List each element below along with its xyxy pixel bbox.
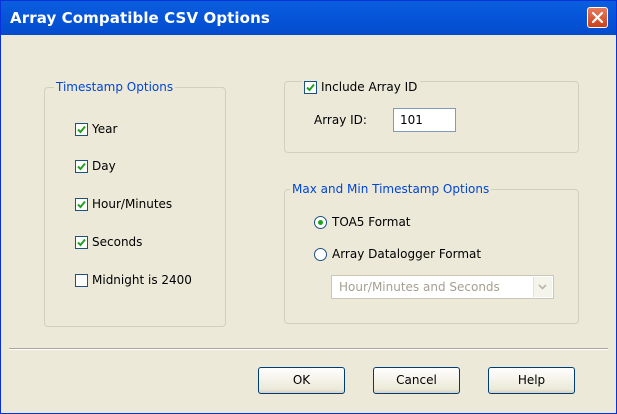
check-icon (77, 162, 86, 170)
title-bar[interactable]: Array Compatible CSV Options (1, 1, 616, 35)
help-button[interactable]: Help (488, 367, 575, 394)
check-icon (77, 125, 86, 133)
array-id-field-label: Array ID: (314, 113, 367, 127)
check-icon (306, 83, 315, 91)
close-button[interactable] (587, 7, 608, 28)
hour-minutes-checkbox[interactable]: Hour/Minutes (75, 197, 172, 211)
array-datalogger-format-radio[interactable]: Array Datalogger Format (314, 247, 481, 261)
timestamp-format-value: Hour/Minutes and Seconds (339, 280, 500, 294)
seconds-checkbox[interactable]: Seconds (75, 235, 142, 249)
day-checkbox[interactable]: Day (75, 159, 116, 173)
midnight-2400-checkbox[interactable]: Midnight is 2400 (75, 273, 192, 287)
seconds-checkbox-box[interactable] (75, 235, 88, 249)
close-icon (591, 11, 604, 24)
dropdown-arrow[interactable] (533, 277, 552, 297)
check-icon (77, 238, 86, 246)
include-array-id-checkbox-box[interactable] (304, 80, 317, 94)
toa5-format-radio[interactable]: TOA5 Format (314, 215, 411, 229)
array-datalogger-radio-circle[interactable] (314, 247, 327, 261)
max-min-timestamp-label: Max and Min Timestamp Options (290, 182, 492, 196)
day-checkbox-box[interactable] (75, 159, 88, 173)
radio-dot-icon (318, 219, 323, 225)
array-id-input[interactable]: 101 (393, 108, 456, 132)
seconds-label: Seconds (92, 235, 143, 249)
toa5-format-label: TOA5 Format (332, 215, 411, 229)
divider (9, 348, 608, 350)
cancel-button[interactable]: Cancel (373, 367, 460, 394)
timestamp-options-label: Timestamp Options (54, 80, 176, 94)
timestamp-format-select[interactable]: Hour/Minutes and Seconds (331, 275, 554, 299)
hour-minutes-checkbox-box[interactable] (75, 197, 88, 211)
year-checkbox-box[interactable] (75, 122, 88, 136)
day-label: Day (92, 159, 116, 173)
midnight-2400-checkbox-box[interactable] (75, 273, 88, 287)
midnight-2400-label: Midnight is 2400 (92, 273, 192, 287)
ok-button[interactable]: OK (258, 367, 345, 394)
dialog-window: Array Compatible CSV Options Timestamp O… (0, 0, 617, 414)
hour-minutes-label: Hour/Minutes (92, 197, 173, 211)
year-label: Year (92, 122, 118, 136)
toa5-radio-circle[interactable] (314, 215, 327, 229)
year-checkbox[interactable]: Year (75, 122, 117, 136)
check-icon (77, 200, 86, 208)
chevron-down-icon (538, 284, 547, 290)
include-array-id-checkbox[interactable]: Include Array ID (302, 80, 421, 94)
include-array-id-label: Include Array ID (321, 80, 418, 94)
window-title: Array Compatible CSV Options (10, 9, 270, 27)
array-datalogger-format-label: Array Datalogger Format (332, 247, 482, 261)
